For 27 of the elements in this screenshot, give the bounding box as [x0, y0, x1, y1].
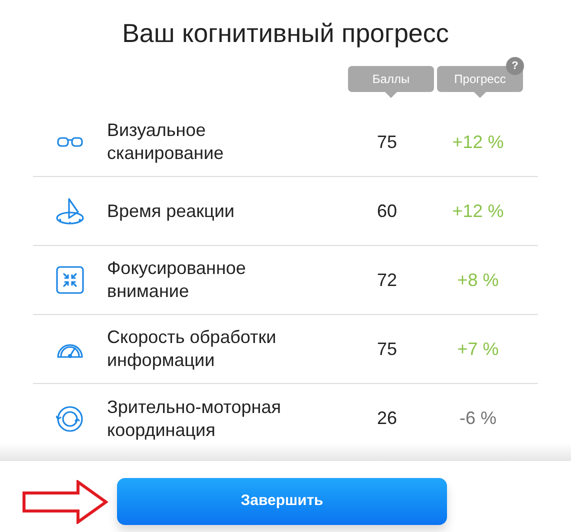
sundial-icon [55, 197, 85, 225]
score-value: 75 [376, 130, 398, 154]
arrow-icon [22, 480, 108, 524]
glasses-icon [57, 135, 83, 149]
column-header: Баллы [348, 66, 434, 92]
page-title: Ваш когнитивный прогресс [121, 17, 450, 50]
metric-name: Скорость обработки информации [107, 326, 278, 372]
score-value: 26 [376, 407, 398, 430]
metric-name: Фокусированное внимание [107, 257, 247, 303]
score-value: 75 [376, 338, 398, 360]
score-value: 60 [376, 200, 398, 222]
callout-tail [385, 92, 397, 98]
metric-name: Время реакции [107, 200, 236, 222]
metric-name: Зрительно-моторная координация [107, 396, 282, 442]
score-value: 72 [376, 268, 398, 292]
finish-button[interactable]: Завершить [117, 478, 447, 525]
focus-icon [56, 266, 84, 294]
progress-value: +7 % [456, 338, 500, 360]
cycle-icon [56, 404, 84, 432]
progress-value: -6 % [458, 407, 498, 430]
progress-value: +8 % [456, 268, 500, 292]
callout-tail [474, 92, 486, 98]
progress-value: +12 % [451, 130, 505, 154]
column-header: Прогресс [437, 66, 523, 92]
metric-name: Визуальное сканирование [107, 119, 225, 165]
progress-value: +12 % [451, 200, 505, 222]
help-badge[interactable]: ? [506, 57, 524, 75]
